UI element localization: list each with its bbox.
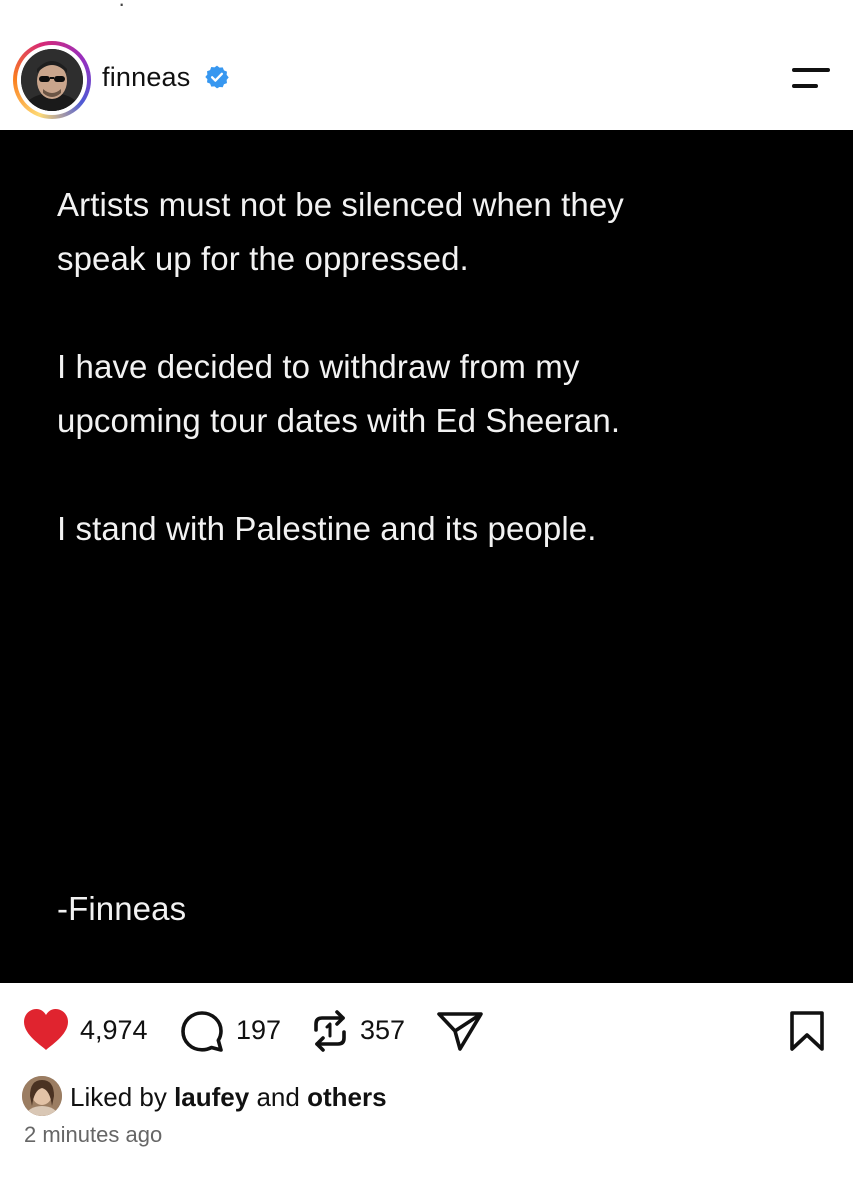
post-timestamp: 2 minutes ago — [24, 1122, 163, 1147]
username[interactable]: finneas — [102, 62, 190, 93]
share-icon[interactable] — [436, 1010, 484, 1052]
post-line: speak up for the oppressed. — [57, 240, 469, 277]
likes-count[interactable]: 4,974 — [80, 1015, 148, 1046]
post-paragraph-1: Artists must not be silenced when they s… — [57, 178, 757, 286]
post-header: finneas — [0, 0, 853, 130]
action-bar: 4,974 197 357 — [0, 1000, 853, 1064]
liked-by-and: and — [256, 1082, 300, 1112]
post-line: Artists must not be silenced when they — [57, 186, 624, 223]
liker-username[interactable]: laufey — [174, 1082, 249, 1112]
liked-by-text: Liked by laufey and others — [70, 1082, 387, 1113]
menu-icon[interactable] — [788, 66, 832, 92]
story-ring[interactable] — [13, 41, 91, 119]
avatar[interactable] — [21, 49, 83, 111]
like-heart-icon[interactable] — [22, 1008, 70, 1052]
verified-badge-icon — [205, 65, 229, 89]
comment-icon[interactable] — [180, 1010, 224, 1054]
liked-by-others[interactable]: others — [307, 1082, 386, 1112]
liker-avatar[interactable] — [22, 1076, 62, 1116]
post-image[interactable]: Artists must not be silenced when they s… — [0, 130, 853, 983]
post-line: I stand with Palestine and its people. — [57, 510, 597, 547]
liked-by-row[interactable]: Liked by laufey and others — [22, 1076, 622, 1116]
post-paragraph-2: I have decided to withdraw from my upcom… — [57, 340, 757, 448]
post-line: upcoming tour dates with Ed Sheeran. — [57, 402, 621, 439]
comments-count[interactable]: 197 — [236, 1015, 281, 1046]
reposts-count[interactable]: 357 — [360, 1015, 405, 1046]
post-signature: -Finneas — [57, 890, 187, 927]
post-paragraph-3: I stand with Palestine and its people. — [57, 502, 777, 556]
post-line: I have decided to withdraw from my — [57, 348, 580, 385]
liker-photo-icon — [22, 1076, 62, 1116]
bookmark-icon[interactable] — [788, 1010, 826, 1052]
avatar-photo-icon — [21, 49, 83, 111]
liked-by-prefix: Liked by — [70, 1082, 167, 1112]
repost-icon[interactable] — [310, 1008, 350, 1054]
